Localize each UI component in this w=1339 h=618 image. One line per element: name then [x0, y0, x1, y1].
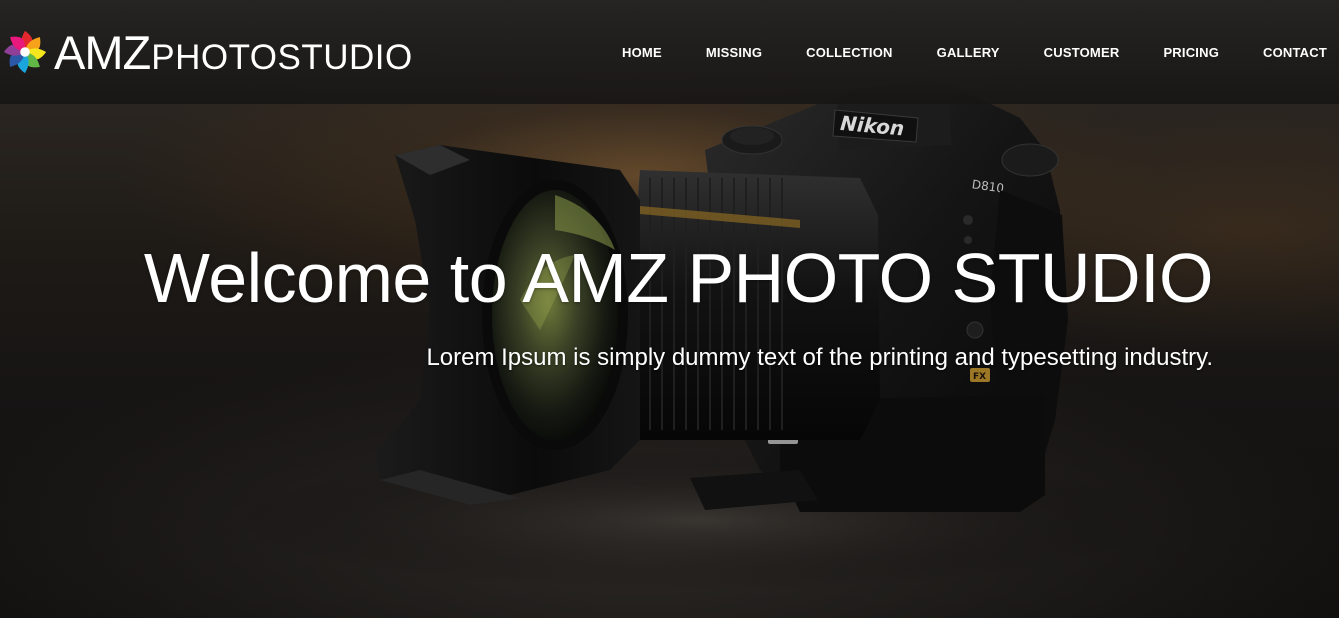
- flower-logo-icon: [3, 30, 47, 74]
- nav-item-gallery: GALLERY: [893, 40, 1000, 65]
- nav-link-pricing[interactable]: PRICING: [1163, 40, 1219, 65]
- hero-title: Welcome to AMZ PHOTO STUDIO: [143, 239, 1214, 317]
- nav-link-collection[interactable]: COLLECTION: [806, 40, 893, 65]
- nav-link-missing[interactable]: MISSING: [706, 40, 762, 65]
- top-navbar: AMZ PHOTOSTUDIO HOME MISSING COLLECTION …: [0, 0, 1339, 104]
- nav-item-collection: COLLECTION: [762, 40, 893, 65]
- svg-text:FX: FX: [973, 372, 986, 382]
- nav-link-home[interactable]: HOME: [622, 40, 662, 65]
- nav-item-missing: MISSING: [662, 40, 762, 65]
- main-nav: HOME MISSING COLLECTION GALLERY CUSTOMER…: [578, 40, 1327, 65]
- brand-name-light: PHOTOSTUDIO: [151, 37, 413, 77]
- nav-link-gallery[interactable]: GALLERY: [937, 40, 1000, 65]
- nav-item-contact: CONTACT: [1219, 40, 1327, 65]
- nav-item-customer: CUSTOMER: [1000, 40, 1120, 65]
- brand-logo[interactable]: AMZ PHOTOSTUDIO: [2, 22, 413, 82]
- nav-link-customer[interactable]: CUSTOMER: [1044, 40, 1120, 65]
- brand-name-strong: AMZ: [54, 25, 151, 79]
- nav-item-pricing: PRICING: [1119, 40, 1219, 65]
- nav-link-contact[interactable]: CONTACT: [1263, 40, 1327, 65]
- nav-item-home: HOME: [578, 40, 662, 65]
- hero-banner: Nikon D810 FX AMZ PHOTOSTUDIO HOME MISSI…: [0, 0, 1339, 618]
- hero-subtitle: Lorem Ipsum is simply dummy text of the …: [426, 344, 1213, 371]
- brand-name: AMZ PHOTOSTUDIO: [54, 29, 413, 76]
